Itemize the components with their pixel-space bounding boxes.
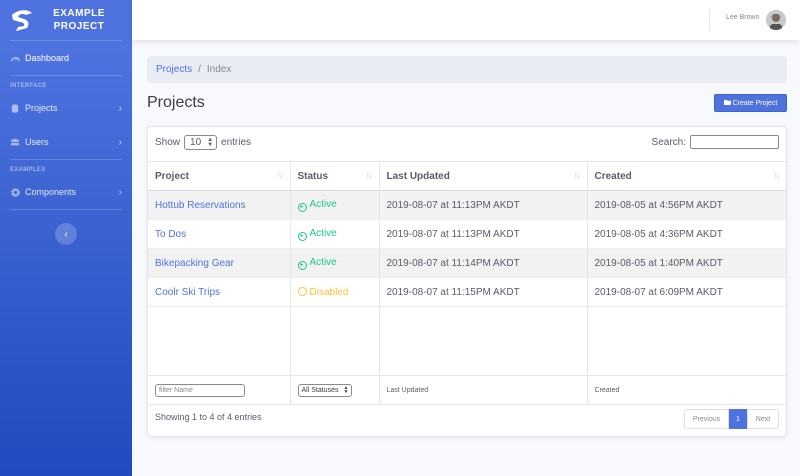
- table-row: To Dos ▸ Active 2019-08-07 at 11:13PM AKD…: [148, 219, 786, 249]
- play-circle-icon: ▸: [297, 260, 307, 270]
- created-cell: 2019-08-05 at 1:40PM AKDT: [587, 248, 786, 278]
- page-length-select[interactable]: 10 ▲ ▼: [184, 135, 218, 150]
- status-cell: Disabled: [290, 277, 380, 307]
- sidebar-divider: [10, 209, 122, 210]
- filter-created: Created: [587, 375, 786, 405]
- gear-icon: [10, 187, 20, 197]
- table-row: Hottub Reservations ▸ Active 2019-08-07 a…: [148, 190, 786, 220]
- chevron-right-icon: ›: [118, 102, 122, 114]
- created-cell: 2019-08-05 at 4:36PM AKDT: [587, 219, 786, 249]
- brand-line-2: PROJECT: [53, 21, 105, 32]
- chevron-right-icon: ›: [118, 186, 122, 198]
- page-length-control: Show 10 ▲ ▼ entries: [155, 135, 251, 150]
- search-input[interactable]: [690, 135, 779, 149]
- sidebar-item-label: Components: [25, 187, 77, 197]
- sidebar-item-components[interactable]: Components ›: [0, 175, 132, 209]
- status-cell: ▸ Active: [290, 248, 380, 278]
- column-header-status[interactable]: Status ↑↓: [290, 161, 380, 191]
- column-header-project[interactable]: Project ↑↓: [148, 161, 291, 191]
- projects-table-card: Show 10 ▲ ▼ entries Search: Project ↑↓ Sta…: [147, 126, 787, 437]
- avatar[interactable]: [766, 10, 786, 30]
- column-header-created[interactable]: Created ↑↓: [587, 161, 786, 191]
- chevron-right-icon: ›: [118, 136, 122, 148]
- user-name[interactable]: Lee Brown: [726, 14, 759, 21]
- filter-row: filter Name All Statuses ▲ ▼ Last Updated …: [148, 375, 786, 405]
- dashboard-icon: [10, 53, 20, 63]
- folder-plus-icon: [723, 99, 731, 107]
- search-control: Search:: [652, 135, 779, 149]
- sidebar-item-projects[interactable]: Projects ›: [0, 91, 132, 125]
- filter-name-input[interactable]: filter Name: [155, 383, 245, 397]
- projects-table: Project ↑↓ Status ↑↓ Last Updated ↑↓ Create…: [148, 161, 786, 405]
- sidebar-toggle-button[interactable]: ‹: [55, 223, 77, 245]
- pagination: Previous 1 Next: [684, 409, 779, 429]
- page-length-value: 10: [190, 137, 202, 148]
- created-cell: 2019-08-05 at 4:56PM AKDT: [587, 190, 786, 220]
- select-arrows-icon: ▲ ▼: [207, 136, 214, 148]
- sidebar-item-label: Dashboard: [25, 53, 70, 63]
- sidebar: EXAMPLE PROJECT Dashboard INTERFACE Proj…: [0, 0, 132, 476]
- chevron-left-icon: ‹: [64, 228, 68, 240]
- sort-icon: ↑↓: [573, 170, 581, 180]
- status-cell: ▸ Active: [290, 190, 380, 220]
- previous-page-button[interactable]: Previous: [684, 409, 729, 429]
- column-header-last-updated[interactable]: Last Updated ↑↓: [379, 161, 588, 191]
- next-page-button[interactable]: Next: [747, 409, 779, 429]
- brand-title: EXAMPLE PROJECT: [50, 7, 108, 33]
- topbar: Lee Brown: [132, 0, 800, 40]
- select-arrows-icon: ▲ ▼: [343, 385, 349, 395]
- sidebar-item-dashboard[interactable]: Dashboard: [0, 41, 132, 75]
- brand-logo-icon: [12, 10, 32, 31]
- table-info: Showing 1 to 4 of 4 entries: [155, 412, 262, 422]
- last-updated-cell: 2019-08-07 at 11:14PM AKDT: [379, 248, 588, 278]
- entries-label: entries: [221, 137, 252, 148]
- users-icon: [10, 137, 20, 147]
- sidebar-heading-interface: INTERFACE: [10, 83, 47, 89]
- sidebar-item-label: Projects: [25, 103, 58, 113]
- create-project-button[interactable]: Create Project: [714, 94, 787, 112]
- sidebar-item-label: Users: [25, 137, 49, 147]
- breadcrumb-separator: /: [198, 64, 201, 75]
- sort-icon: ↑↓: [365, 170, 373, 180]
- table-empty-space: [148, 306, 786, 376]
- status-cell: ▸ Active: [290, 219, 380, 249]
- table-row: Bikepacking Gear ▸ Active 2019-08-07 at 1…: [148, 248, 786, 278]
- table-header-row: Project ↑↓ Status ↑↓ Last Updated ↑↓ Create…: [148, 161, 786, 191]
- project-link[interactable]: Bikepacking Gear: [155, 258, 234, 269]
- database-icon: [10, 103, 20, 113]
- pause-circle-icon: [297, 286, 307, 296]
- project-link[interactable]: To Dos: [155, 229, 186, 240]
- breadcrumb: Projects / Index: [147, 56, 787, 83]
- project-link[interactable]: Hottub Reservations: [155, 200, 246, 211]
- sort-icon: ↑↓: [773, 170, 780, 180]
- sort-icon: ↑↓: [276, 170, 284, 180]
- table-row: Coolr Ski Trips Disabled 2019-08-07 at 1…: [148, 277, 786, 307]
- breadcrumb-projects-link[interactable]: Projects: [156, 64, 192, 75]
- page-1-button[interactable]: 1: [729, 409, 747, 429]
- filter-last-updated: Last Updated: [379, 375, 588, 405]
- sidebar-heading-examples: EXAMPLES: [10, 167, 46, 173]
- brand-line-1: EXAMPLE: [53, 8, 105, 19]
- created-cell: 2019-08-07 at 6:09PM AKDT: [587, 277, 786, 307]
- search-label: Search:: [651, 136, 686, 148]
- breadcrumb-current: Index: [206, 64, 232, 75]
- last-updated-cell: 2019-08-07 at 11:13PM AKDT: [379, 190, 588, 220]
- show-label: Show: [155, 137, 181, 148]
- topbar-divider: [709, 9, 710, 31]
- play-circle-icon: ▸: [297, 202, 307, 212]
- last-updated-cell: 2019-08-07 at 11:13PM AKDT: [379, 219, 588, 249]
- last-updated-cell: 2019-08-07 at 11:15PM AKDT: [379, 277, 588, 307]
- play-circle-icon: ▸: [297, 231, 307, 241]
- sidebar-item-users[interactable]: Users ›: [0, 125, 132, 159]
- page-title: Projects: [147, 94, 205, 111]
- create-project-label: Create Project: [732, 99, 778, 107]
- brand[interactable]: EXAMPLE PROJECT: [0, 0, 132, 40]
- status-filter-select[interactable]: All Statuses ▲ ▼: [297, 383, 352, 397]
- user-avatar-icon: [766, 10, 786, 30]
- project-link[interactable]: Coolr Ski Trips: [155, 287, 220, 298]
